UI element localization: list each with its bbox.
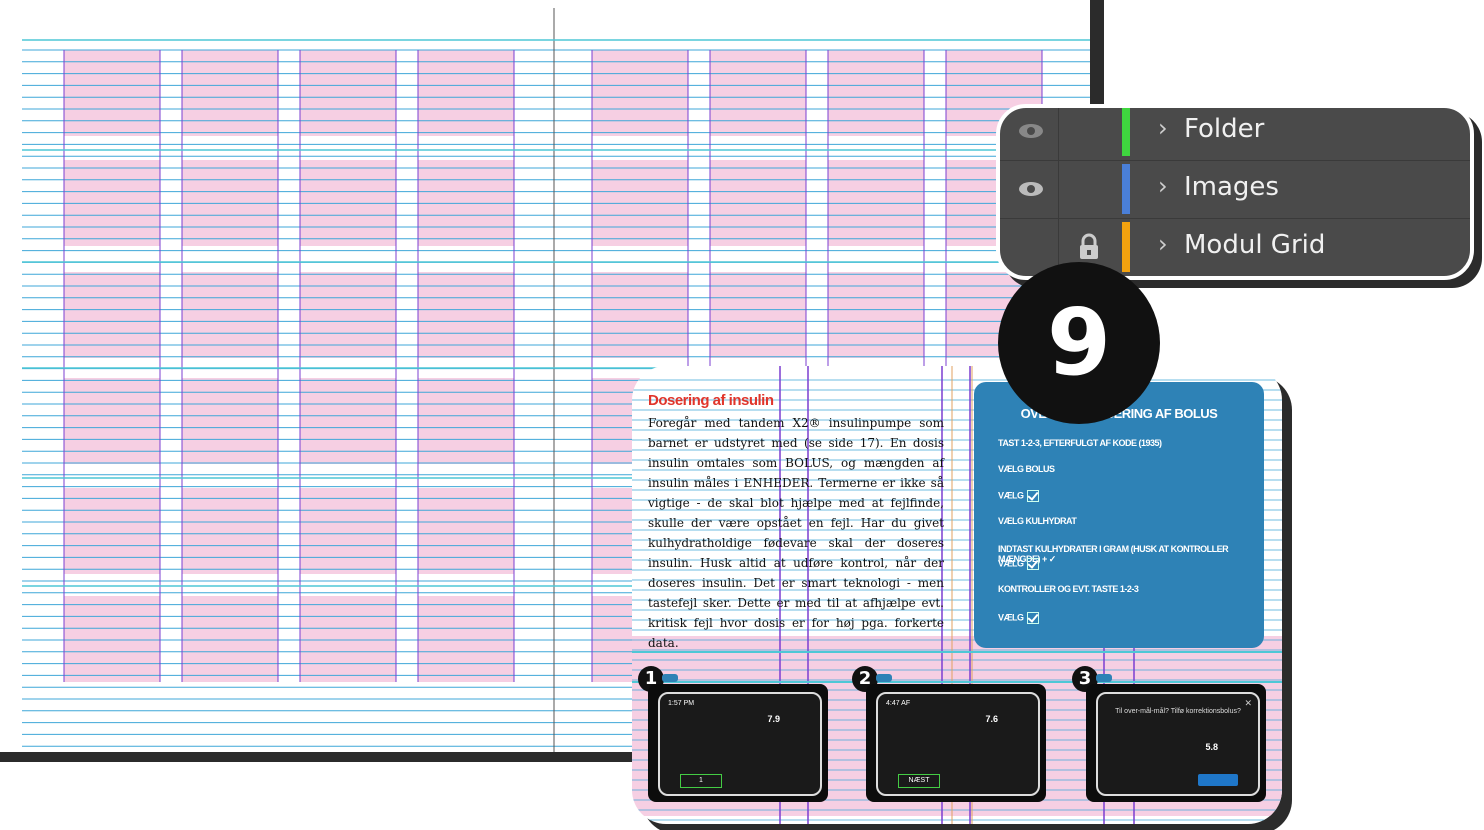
grid-module bbox=[182, 50, 278, 136]
grid-module bbox=[418, 596, 514, 682]
bolus-step: VÆLG bbox=[998, 612, 1039, 624]
grid-module bbox=[300, 596, 396, 682]
bolus-step-label: VÆLG bbox=[998, 612, 1024, 623]
article-body: Foregår med tandem X2® insulinpumpe som … bbox=[648, 416, 944, 650]
bolus-step: VÆLG BOLUS bbox=[998, 464, 1055, 474]
bolus-step-label: VÆLG bbox=[998, 490, 1024, 501]
pump-screen-value: 7.9 bbox=[767, 714, 780, 724]
pump-screenshot: ✕ Til over-mål-mål? Tilfø korrektionsbol… bbox=[1086, 684, 1266, 802]
chevron-right-icon[interactable]: › bbox=[1158, 230, 1168, 258]
pump-screenshot: 4:47 AF 7.6 NÆST bbox=[866, 684, 1046, 802]
lock-icon[interactable] bbox=[1074, 232, 1104, 262]
layer-name[interactable]: Images bbox=[1184, 172, 1279, 202]
bolus-info-box: OVERSIGT DOSERING AF BOLUS TAST 1-2-3, E… bbox=[974, 382, 1264, 648]
grid-module bbox=[300, 488, 396, 574]
grid-module bbox=[64, 488, 160, 574]
pump-screen-button: 1 bbox=[680, 774, 722, 788]
bolus-step: KONTROLLER OG EVT. TASTE 1-2-3 bbox=[998, 584, 1139, 594]
grid-module bbox=[592, 50, 688, 136]
confirm-button bbox=[1198, 774, 1238, 786]
pump-screenshot: 1:57 PM 7.9 1 bbox=[648, 684, 828, 802]
grid-module bbox=[64, 50, 160, 136]
zoomed-layout-detail: Dosering af insulin Foregår med tandem X… bbox=[632, 366, 1282, 824]
screen-tag bbox=[1096, 674, 1112, 682]
layer-color-swatch bbox=[1122, 108, 1130, 156]
pump-screen-value: 7.6 bbox=[985, 714, 998, 724]
pump-screen-dialog: Til over-mål-mål? Tilfø korrektionsbolus… bbox=[1115, 708, 1241, 715]
step-number-badge: 9 bbox=[998, 262, 1160, 424]
pump-screen-value: 5.8 bbox=[1205, 742, 1218, 752]
screen-tag bbox=[662, 674, 678, 682]
screen-tag bbox=[876, 674, 892, 682]
pump-screen-header: 4:47 AF bbox=[886, 700, 911, 707]
layer-row-folder[interactable]: › Folder bbox=[1000, 108, 1470, 161]
grid-module bbox=[418, 50, 514, 136]
bolus-step: VÆLG KULHYDRAT bbox=[998, 516, 1077, 526]
bolus-step: TAST 1-2-3, EFTERFULGT AF KODE (1935) bbox=[998, 438, 1162, 448]
checkmark-icon bbox=[1026, 612, 1039, 624]
grid-module bbox=[828, 50, 924, 136]
bolus-step: VÆLG bbox=[998, 490, 1039, 502]
grid-module bbox=[182, 596, 278, 682]
grid-module bbox=[300, 50, 396, 136]
grid-module bbox=[710, 50, 806, 136]
eye-icon[interactable] bbox=[1016, 174, 1046, 204]
chevron-right-icon[interactable]: › bbox=[1158, 114, 1168, 142]
pump-screen-header: 1:57 PM bbox=[668, 700, 695, 707]
pump-screen-button: NÆST bbox=[898, 774, 940, 788]
article-text-block: Dosering af insulin Foregår med tandem X… bbox=[648, 392, 944, 653]
checkmark-icon bbox=[1026, 558, 1039, 570]
grid-module bbox=[418, 488, 514, 574]
layer-row-images[interactable]: › Images bbox=[1000, 160, 1470, 219]
checkmark-icon bbox=[1026, 490, 1039, 502]
pump-screen: 1:57 PM 7.9 1 bbox=[658, 692, 822, 796]
layer-color-swatch bbox=[1122, 222, 1130, 272]
chevron-right-icon[interactable]: › bbox=[1158, 172, 1168, 200]
bolus-step-label: VÆLG bbox=[998, 558, 1024, 569]
grid-module bbox=[182, 488, 278, 574]
grid-module bbox=[64, 596, 160, 682]
layers-panel: › Folder › Images › Modul Grid bbox=[996, 104, 1474, 280]
bolus-step: VÆLG bbox=[998, 558, 1039, 570]
layer-name[interactable]: Modul Grid bbox=[1184, 230, 1325, 260]
layer-name[interactable]: Folder bbox=[1184, 114, 1264, 144]
pump-screen: 4:47 AF 7.6 NÆST bbox=[876, 692, 1040, 796]
eye-icon[interactable] bbox=[1016, 116, 1046, 146]
article-heading: Dosering af insulin bbox=[648, 392, 774, 409]
pump-screen: ✕ Til over-mål-mål? Tilfø korrektionsbol… bbox=[1096, 692, 1260, 796]
layer-color-swatch bbox=[1122, 164, 1130, 214]
